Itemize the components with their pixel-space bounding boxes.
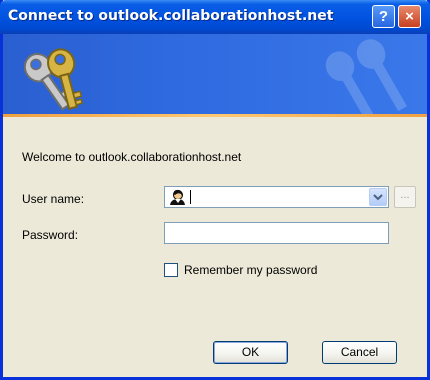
remember-password-label[interactable]: Remember my password [184, 263, 317, 277]
keys-icon [23, 48, 84, 111]
banner-accent-line [3, 114, 427, 117]
chevron-down-icon [373, 194, 383, 201]
user-icon [170, 189, 185, 205]
remember-password-checkbox[interactable] [164, 263, 178, 277]
keys-watermark-icon [325, 39, 407, 116]
username-text-cursor [190, 190, 191, 204]
username-dropdown-button[interactable] [369, 188, 387, 206]
password-field[interactable] [164, 222, 389, 244]
username-combobox[interactable] [164, 186, 389, 208]
cancel-button[interactable]: Cancel [322, 341, 397, 364]
ok-button[interactable]: OK [213, 341, 288, 364]
help-button[interactable]: ? [372, 5, 395, 28]
username-label: User name: [22, 192, 85, 206]
welcome-text: Welcome to outlook.collaborationhost.net [22, 150, 242, 164]
close-button[interactable]: × [398, 5, 421, 28]
browse-button[interactable]: ... [394, 186, 416, 208]
password-label: Password: [22, 228, 79, 242]
login-dialog: Connect to outlook.collaborationhost.net… [0, 0, 430, 380]
title-bar[interactable]: Connect to outlook.collaborationhost.net… [0, 0, 430, 34]
window-title: Connect to outlook.collaborationhost.net [8, 8, 334, 24]
